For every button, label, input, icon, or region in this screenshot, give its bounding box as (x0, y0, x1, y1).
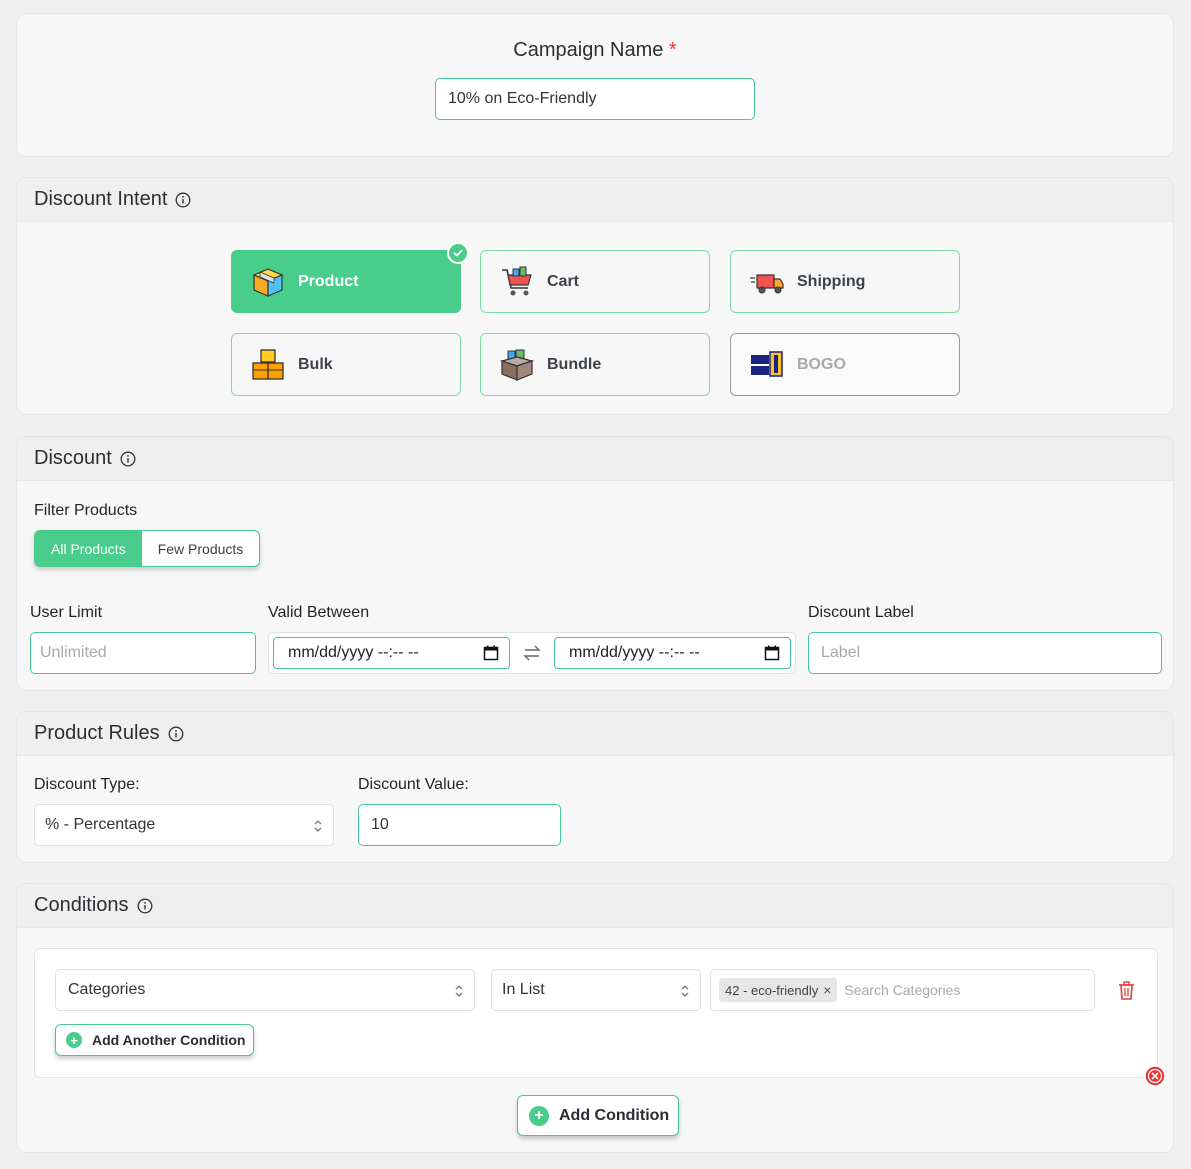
condition-field-select[interactable]: Categories (55, 969, 475, 1011)
select-arrows-icon (454, 983, 464, 1004)
delivery-truck-icon (749, 264, 785, 300)
user-limit-placeholder: Unlimited (40, 644, 107, 661)
conditions-header: Conditions (17, 884, 1173, 928)
discount-value-value: 10 (371, 816, 389, 833)
discount-type-value: % - Percentage (45, 816, 156, 833)
info-icon[interactable] (168, 726, 184, 742)
chip-label: 42 - eco-friendly (725, 982, 819, 998)
intent-option-label: Cart (547, 272, 580, 290)
stacked-boxes-icon (250, 347, 286, 383)
intent-option-label: BOGO (797, 355, 846, 373)
filter-all-products[interactable]: All Products (35, 531, 142, 566)
intent-option-bundle[interactable]: Bundle (480, 333, 710, 396)
intent-option-product[interactable]: Product (231, 242, 469, 313)
select-arrows-icon (313, 818, 323, 839)
select-arrows-icon (680, 983, 690, 1004)
chip-remove-icon[interactable]: × (823, 982, 831, 998)
discount-intent-title: Discount Intent (34, 188, 168, 210)
product-rules-title: Product Rules (34, 722, 160, 744)
discount-label-label: Discount Label (808, 604, 914, 621)
swap-arrows-icon (522, 644, 542, 667)
add-another-condition-label: Add Another Condition (92, 1032, 246, 1048)
product-rules-header: Product Rules (17, 712, 1173, 756)
condition-field-value: Categories (68, 981, 146, 998)
intent-option-bulk[interactable]: Bulk (231, 333, 461, 396)
date-from-value: mm/dd/yyyy --:-- -- (288, 644, 419, 661)
date-to-value: mm/dd/yyyy --:-- -- (569, 644, 700, 661)
condition-operator-select[interactable]: In List (491, 969, 701, 1011)
valid-between-range: mm/dd/yyyy --:-- -- mm/dd/yyyy --:-- -- (268, 632, 796, 674)
campaign-name-label: Campaign Name * (513, 39, 677, 61)
filter-products-toggle: All Products Few Products (34, 530, 261, 567)
conditions-card: Conditions Categories In List 42 - eco-f… (16, 883, 1174, 1153)
filter-products-label: Filter Products (34, 502, 138, 519)
discount-type-label: Discount Type: (34, 776, 140, 793)
intent-option-shipping[interactable]: Shipping (730, 250, 960, 313)
conditions-title: Conditions (34, 894, 129, 916)
add-condition-label: Add Condition (559, 1106, 670, 1124)
date-to-input[interactable]: mm/dd/yyyy --:-- -- (554, 637, 791, 669)
discount-intent-header: Discount Intent (17, 178, 1173, 222)
campaign-name-card: Campaign Name * 10% on Eco-Friendly (16, 13, 1174, 157)
product-rules-card: Product Rules Discount Type: % - Percent… (16, 711, 1174, 863)
search-categories-placeholder[interactable]: Search Categories (844, 982, 960, 998)
user-limit-input[interactable]: Unlimited (30, 632, 256, 674)
bundle-box-icon (499, 347, 535, 383)
condition-group: Categories In List 42 - eco-friendly × S… (34, 948, 1166, 1087)
required-marker: * (668, 39, 677, 61)
discount-intent-card: Discount Intent Product Cart Shipping Bu… (16, 177, 1174, 415)
campaign-name-value: 10% on Eco-Friendly (448, 90, 597, 107)
discount-card: Discount Filter Products All Products Fe… (16, 436, 1174, 691)
condition-operator-value: In List (502, 981, 545, 998)
valid-between-label: Valid Between (268, 604, 370, 621)
filter-few-products[interactable]: Few Products (142, 531, 260, 566)
intent-option-label: Shipping (797, 272, 866, 290)
info-icon[interactable] (120, 451, 136, 467)
discount-value-input[interactable]: 10 (358, 804, 561, 846)
trash-icon[interactable] (1118, 981, 1135, 1005)
discount-label-input[interactable]: Label (808, 632, 1162, 674)
intent-option-label: Bulk (298, 355, 333, 373)
info-icon[interactable] (175, 192, 191, 208)
discount-type-select[interactable]: % - Percentage (34, 804, 334, 846)
user-limit-label: User Limit (30, 604, 103, 621)
calendar-icon[interactable] (764, 645, 780, 666)
intent-option-label: Bundle (547, 355, 602, 373)
plus-icon: + (529, 1105, 549, 1126)
box-icon (250, 264, 286, 300)
remove-group-icon[interactable] (1144, 1065, 1166, 1092)
date-from-input[interactable]: mm/dd/yyyy --:-- -- (273, 637, 510, 669)
add-another-condition-button[interactable]: + Add Another Condition (55, 1024, 255, 1056)
add-condition-button[interactable]: + Add Condition (517, 1095, 680, 1136)
campaign-name-input[interactable]: 10% on Eco-Friendly (435, 78, 755, 120)
discount-title: Discount (34, 447, 112, 469)
calendar-icon[interactable] (483, 645, 499, 666)
shopping-cart-icon (499, 264, 535, 300)
selected-check-icon (447, 242, 469, 264)
buy-get-1-icon (749, 347, 785, 383)
info-icon[interactable] (137, 898, 153, 914)
intent-option-cart[interactable]: Cart (480, 250, 710, 313)
discount-value-label: Discount Value: (358, 776, 469, 793)
intent-option-bogo[interactable]: BOGO (730, 333, 960, 396)
intent-option-label: Product (298, 272, 359, 290)
discount-header: Discount (17, 437, 1173, 481)
condition-values-multiselect[interactable]: 42 - eco-friendly × Search Categories (710, 969, 1095, 1011)
plus-icon: + (66, 1032, 82, 1048)
condition-value-chip: 42 - eco-friendly × (719, 978, 838, 1002)
discount-label-placeholder: Label (821, 644, 861, 661)
